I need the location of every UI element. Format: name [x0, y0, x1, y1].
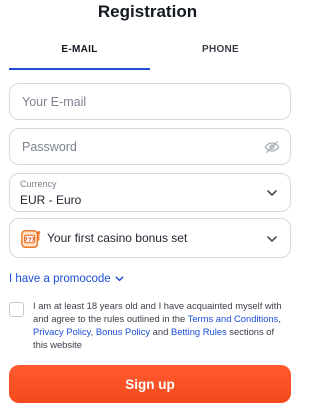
sign-up-button[interactable]: Sign up: [9, 365, 291, 403]
tab-email[interactable]: E-MAIL: [9, 36, 150, 70]
privacy-policy-link[interactable]: Privacy Policy: [33, 326, 91, 337]
promocode-label: I have a promocode: [9, 273, 111, 285]
registration-page: Registration E-MAIL PHONE Currency EUR -…: [0, 0, 295, 410]
agreement-checkbox[interactable]: [9, 302, 24, 317]
bonus-policy-link[interactable]: Bonus Policy: [96, 326, 150, 337]
agreement-separator: and: [150, 326, 171, 337]
svg-text:777: 777: [24, 237, 35, 243]
password-field[interactable]: [22, 129, 252, 164]
agreement-separator: ,: [278, 313, 281, 324]
bonus-select[interactable]: 777 Your first casino bonus set: [9, 218, 291, 258]
slot-machine-icon: 777: [21, 230, 41, 248]
betting-rules-link[interactable]: Betting Rules: [171, 326, 227, 337]
bonus-value: Your first casino bonus set: [47, 231, 188, 245]
auth-method-tabs: E-MAIL PHONE: [9, 36, 291, 70]
agreement-text: I am at least 18 years old and I have ac…: [33, 299, 287, 351]
currency-select[interactable]: Currency EUR - Euro: [9, 173, 291, 212]
eye-off-icon[interactable]: [264, 139, 280, 155]
chevron-down-icon: [267, 236, 277, 242]
active-tab-indicator: [9, 68, 150, 70]
chevron-down-icon: [115, 276, 124, 282]
email-field-wrapper: [9, 83, 291, 120]
currency-value: EUR - Euro: [20, 193, 82, 207]
promocode-toggle[interactable]: I have a promocode: [9, 273, 124, 285]
terms-link[interactable]: Terms and Conditions: [188, 313, 279, 324]
password-field-wrapper: [9, 128, 291, 165]
page-title: Registration: [97, 2, 198, 21]
chevron-down-icon: [267, 190, 277, 196]
email-field[interactable]: [22, 84, 252, 119]
currency-label: Currency: [20, 179, 57, 189]
tab-phone[interactable]: PHONE: [150, 36, 291, 70]
